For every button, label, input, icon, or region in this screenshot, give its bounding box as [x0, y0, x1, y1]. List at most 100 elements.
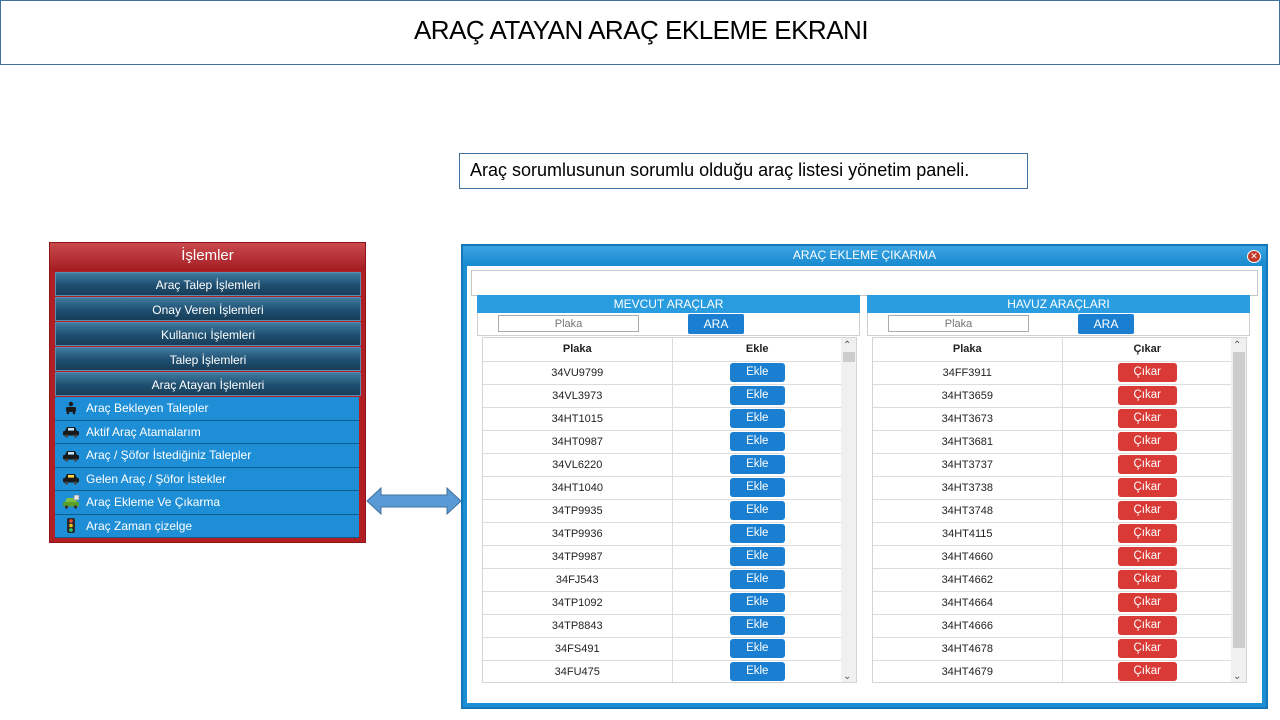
- ekle-button[interactable]: Ekle: [729, 570, 785, 589]
- panel-header: HAVUZ ARAÇLARI: [867, 295, 1250, 313]
- action-cell: Ekle: [672, 499, 843, 523]
- plate-cell: 34HT4679: [873, 660, 1063, 682]
- scrollbar[interactable]: ⌃ ⌄: [1231, 338, 1246, 682]
- chevron-down-icon[interactable]: ⌄: [1233, 671, 1241, 682]
- plate-cell: 34TP1092: [483, 591, 673, 615]
- action-cell: Ekle: [672, 660, 843, 682]
- cikar-button[interactable]: Çıkar: [1117, 639, 1177, 658]
- action-cell: Çıkar: [1062, 545, 1233, 569]
- scrollbar[interactable]: ⌃ ⌄: [841, 338, 856, 682]
- ekle-button[interactable]: Ekle: [729, 524, 785, 543]
- submenu-label: Gelen Araç / Şöfor İstekler: [86, 471, 227, 486]
- action-cell: Ekle: [672, 384, 843, 408]
- submenu-item-gelen-istekler[interactable]: Gelen Araç / Şöfor İstekler: [55, 468, 359, 491]
- chevron-up-icon[interactable]: ⌃: [843, 340, 851, 351]
- submenu-item-istediginiz-talepler[interactable]: Araç / Şöfor İstediğiniz Talepler: [55, 444, 359, 468]
- search-button[interactable]: ARA: [1078, 314, 1134, 334]
- ekle-button[interactable]: Ekle: [729, 478, 785, 497]
- submenu-item-bekleyen-talepler[interactable]: Araç Bekleyen Talepler: [55, 397, 359, 421]
- cikar-button[interactable]: Çıkar: [1117, 409, 1177, 428]
- ekle-button[interactable]: Ekle: [729, 547, 785, 566]
- cikar-button[interactable]: Çıkar: [1117, 547, 1177, 566]
- submenu-label: Araç / Şöfor İstediğiniz Talepler: [86, 448, 252, 463]
- cikar-button[interactable]: Çıkar: [1117, 662, 1177, 681]
- table-row: 34HT3673 Çıkar: [873, 407, 1233, 431]
- ekle-button[interactable]: Ekle: [729, 409, 785, 428]
- ekle-button[interactable]: Ekle: [729, 432, 785, 451]
- dialog-body: MEVCUT ARAÇLAR ARA Plaka Ekle 34VU9799Ek…: [467, 266, 1262, 703]
- menu-item-onay-veren[interactable]: Onay Veren İşlemleri: [55, 297, 361, 321]
- cikar-button[interactable]: Çıkar: [1117, 593, 1177, 612]
- menu-item-arac-talep[interactable]: Araç Talep İşlemleri: [55, 272, 361, 296]
- ekle-button[interactable]: Ekle: [729, 639, 785, 658]
- car-icon: [62, 425, 80, 439]
- close-icon[interactable]: ✕: [1247, 250, 1261, 263]
- table-row: 34TP9987 Ekle: [483, 545, 843, 569]
- action-cell: Çıkar: [1062, 614, 1233, 638]
- ekle-button[interactable]: Ekle: [729, 455, 785, 474]
- search-row: ARA: [477, 313, 860, 336]
- cikar-button[interactable]: Çıkar: [1117, 478, 1177, 497]
- ekle-button[interactable]: Ekle: [729, 386, 785, 405]
- table-row: 34FF3911 Çıkar: [873, 361, 1233, 385]
- cikar-button[interactable]: Çıkar: [1117, 616, 1177, 635]
- action-cell: Ekle: [672, 361, 843, 385]
- plate-cell: 34FS491: [483, 637, 673, 661]
- table-row: 34HT3681 Çıkar: [873, 430, 1233, 454]
- cikar-button[interactable]: Çıkar: [1117, 455, 1177, 474]
- table-row: 34HT4666 Çıkar: [873, 614, 1233, 638]
- action-cell: Çıkar: [1062, 453, 1233, 477]
- caption-box: Araç sorumlusunun sorumlu olduğu araç li…: [459, 153, 1028, 189]
- column-header-cikar: Çıkar: [1062, 338, 1233, 362]
- dialog-title: ARAÇ EKLEME ÇIKARMA: [792, 248, 937, 262]
- table-row: 34FJ543 Ekle: [483, 568, 843, 592]
- submenu-item-aktif-atamalar[interactable]: Aktif Araç Atamalarım: [55, 421, 359, 444]
- table-row: 34FS491 Ekle: [483, 637, 843, 661]
- plate-cell: 34FJ543: [483, 568, 673, 592]
- plate-cell: 34TP8843: [483, 614, 673, 638]
- ekle-button[interactable]: Ekle: [729, 501, 785, 520]
- plate-search-input[interactable]: [498, 315, 639, 332]
- scroll-thumb[interactable]: [1233, 352, 1245, 648]
- cikar-button[interactable]: Çıkar: [1117, 570, 1177, 589]
- table-row: 34HT0987 Ekle: [483, 430, 843, 454]
- waiting-car-icon: [62, 401, 80, 415]
- submenu: Araç Bekleyen Talepler Aktif Araç Atamal…: [55, 397, 359, 538]
- plate-cell: 34HT0987: [483, 430, 673, 454]
- action-cell: Çıkar: [1062, 384, 1233, 408]
- table-row: 34HT3737 Çıkar: [873, 453, 1233, 477]
- mevcut-araclar-panel: MEVCUT ARAÇLAR ARA Plaka Ekle 34VU9799Ek…: [477, 295, 860, 701]
- ekle-button[interactable]: Ekle: [729, 616, 785, 635]
- cikar-button[interactable]: Çıkar: [1117, 501, 1177, 520]
- search-button[interactable]: ARA: [688, 314, 744, 334]
- cikar-button[interactable]: Çıkar: [1117, 432, 1177, 451]
- plate-cell: 34HT4664: [873, 591, 1063, 615]
- submenu-item-zaman-cizelge[interactable]: Araç Zaman çizelge: [55, 515, 359, 538]
- traffic-light-icon: [62, 518, 80, 534]
- chevron-up-icon[interactable]: ⌃: [1233, 340, 1241, 351]
- chevron-down-icon[interactable]: ⌄: [843, 671, 851, 682]
- plate-cell: 34HT3737: [873, 453, 1063, 477]
- mevcut-araclar-table: Plaka Ekle 34VU9799 Ekle 34VL3973 Ekle 34HT1…: [483, 338, 843, 682]
- menu-item-kullanici[interactable]: Kullanıcı İşlemleri: [55, 322, 361, 346]
- submenu-item-ekleme-cikarma[interactable]: Araç Ekleme Ve Çıkarma: [55, 491, 359, 515]
- table-row: 34VL6220 Ekle: [483, 453, 843, 477]
- dialog-titlebar: ARAÇ EKLEME ÇIKARMA ✕: [463, 246, 1266, 266]
- cikar-button[interactable]: Çıkar: [1117, 524, 1177, 543]
- action-cell: Ekle: [672, 453, 843, 477]
- table-row: 34HT4662 Çıkar: [873, 568, 1233, 592]
- plate-search-input[interactable]: [888, 315, 1029, 332]
- plate-cell: 34HT4678: [873, 637, 1063, 661]
- menu-item-talep[interactable]: Talep İşlemleri: [55, 347, 361, 371]
- car-icon: [62, 448, 80, 462]
- grid: Plaka Çıkar 34FF3911 Çıkar 34HT3659 Çıkar 34…: [872, 337, 1247, 683]
- cikar-button[interactable]: Çıkar: [1117, 386, 1177, 405]
- menu-item-arac-atayan[interactable]: Araç Atayan İşlemleri: [55, 372, 361, 396]
- ekle-button[interactable]: Ekle: [729, 593, 785, 612]
- cikar-button[interactable]: Çıkar: [1117, 363, 1177, 382]
- ekle-button[interactable]: Ekle: [729, 363, 785, 382]
- ekle-button[interactable]: Ekle: [729, 662, 785, 681]
- scroll-thumb[interactable]: [843, 352, 855, 362]
- plate-cell: 34HT4662: [873, 568, 1063, 592]
- plate-cell: 34HT1015: [483, 407, 673, 431]
